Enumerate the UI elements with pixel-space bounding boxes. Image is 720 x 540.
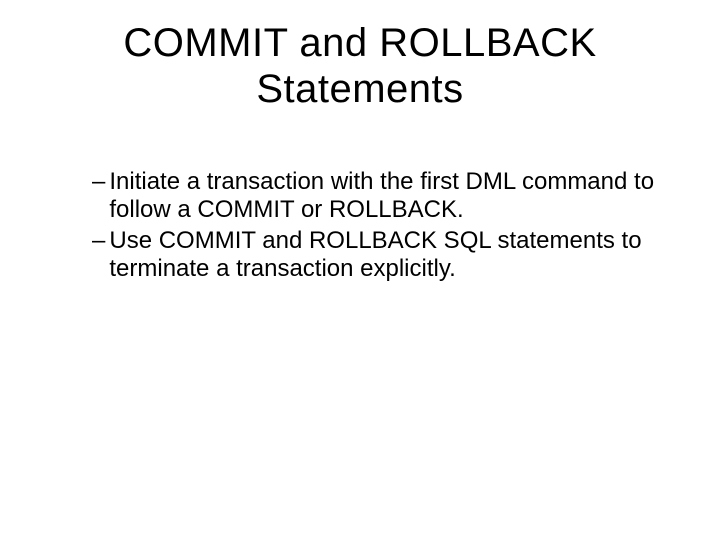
slide: COMMIT and ROLLBACK Statements – Initiat… xyxy=(0,0,720,540)
bullet-text: Initiate a transaction with the first DM… xyxy=(109,168,660,225)
bullet-dash: – xyxy=(92,168,105,225)
bullet-dash: – xyxy=(92,227,105,284)
slide-body: – Initiate a transaction with the first … xyxy=(60,168,660,283)
bullet-text: Use COMMIT and ROLLBACK SQL statements t… xyxy=(109,227,660,284)
list-item: – Initiate a transaction with the first … xyxy=(92,168,660,225)
list-item: – Use COMMIT and ROLLBACK SQL statements… xyxy=(92,227,660,284)
slide-title: COMMIT and ROLLBACK Statements xyxy=(60,20,660,112)
